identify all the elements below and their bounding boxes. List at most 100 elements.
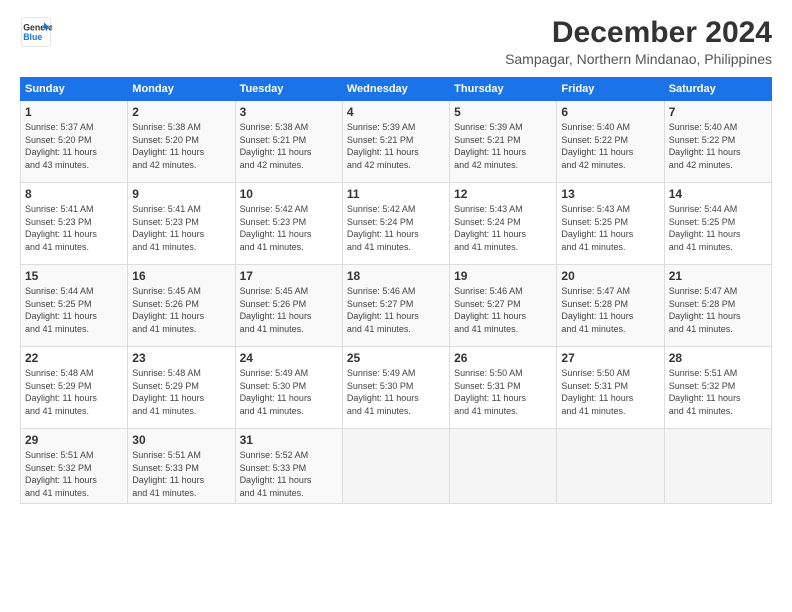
day-number: 9: [132, 187, 230, 201]
day-number: 1: [25, 105, 123, 119]
day-number: 28: [669, 351, 767, 365]
day-number: 4: [347, 105, 445, 119]
day-info: Sunrise: 5:40 AM Sunset: 5:22 PM Dayligh…: [669, 121, 767, 171]
table-row: [557, 429, 664, 504]
table-row: 8 Sunrise: 5:41 AM Sunset: 5:23 PM Daylig…: [21, 183, 128, 265]
table-row: 25 Sunrise: 5:49 AM Sunset: 5:30 PM Dayli…: [342, 347, 449, 429]
day-info: Sunrise: 5:47 AM Sunset: 5:28 PM Dayligh…: [561, 285, 659, 335]
day-number: 7: [669, 105, 767, 119]
day-number: 22: [25, 351, 123, 365]
header: General Blue General Blue December 2024 …: [20, 16, 772, 67]
day-info: Sunrise: 5:46 AM Sunset: 5:27 PM Dayligh…: [347, 285, 445, 335]
day-number: 10: [240, 187, 338, 201]
table-row: 31 Sunrise: 5:52 AM Sunset: 5:33 PM Dayli…: [235, 429, 342, 504]
col-monday: Monday: [128, 78, 235, 101]
day-info: Sunrise: 5:42 AM Sunset: 5:24 PM Dayligh…: [347, 203, 445, 253]
day-number: 14: [669, 187, 767, 201]
day-info: Sunrise: 5:51 AM Sunset: 5:32 PM Dayligh…: [25, 449, 123, 499]
table-row: 1 Sunrise: 5:37 AM Sunset: 5:20 PM Daylig…: [21, 101, 128, 183]
day-number: 27: [561, 351, 659, 365]
table-row: 16Sunrise: 5:45 AM Sunset: 5:26 PM Dayli…: [128, 265, 235, 347]
table-row: [450, 429, 557, 504]
day-info: Sunrise: 5:50 AM Sunset: 5:31 PM Dayligh…: [454, 367, 552, 417]
col-wednesday: Wednesday: [342, 78, 449, 101]
table-row: 26 Sunrise: 5:50 AM Sunset: 5:31 PM Dayli…: [450, 347, 557, 429]
day-number: 18: [347, 269, 445, 283]
day-number: 8: [25, 187, 123, 201]
day-info: Sunrise: 5:44 AM Sunset: 5:25 PM Dayligh…: [669, 203, 767, 253]
day-number: 21: [669, 269, 767, 283]
table-row: 19 Sunrise: 5:46 AM Sunset: 5:27 PM Dayli…: [450, 265, 557, 347]
day-number: 17: [240, 269, 338, 283]
day-number: 20: [561, 269, 659, 283]
table-row: [664, 429, 771, 504]
table-row: 3 Sunrise: 5:38 AM Sunset: 5:21 PM Daylig…: [235, 101, 342, 183]
day-number: 24: [240, 351, 338, 365]
table-row: 28Sunrise: 5:51 AM Sunset: 5:32 PM Dayli…: [664, 347, 771, 429]
month-title: December 2024: [505, 16, 772, 49]
table-row: 27Sunrise: 5:50 AM Sunset: 5:31 PM Dayli…: [557, 347, 664, 429]
day-number: 25: [347, 351, 445, 365]
day-info: Sunrise: 5:37 AM Sunset: 5:20 PM Dayligh…: [25, 121, 123, 171]
day-info: Sunrise: 5:52 AM Sunset: 5:33 PM Dayligh…: [240, 449, 338, 499]
logo: General Blue General Blue: [20, 16, 52, 48]
day-info: Sunrise: 5:44 AM Sunset: 5:25 PM Dayligh…: [25, 285, 123, 335]
day-info: Sunrise: 5:46 AM Sunset: 5:27 PM Dayligh…: [454, 285, 552, 335]
day-info: Sunrise: 5:41 AM Sunset: 5:23 PM Dayligh…: [132, 203, 230, 253]
svg-text:Blue: Blue: [23, 32, 42, 42]
day-number: 6: [561, 105, 659, 119]
table-row: 4Sunrise: 5:39 AM Sunset: 5:21 PM Daylig…: [342, 101, 449, 183]
calendar-header: Sunday Monday Tuesday Wednesday Thursday…: [21, 78, 772, 101]
day-info: Sunrise: 5:49 AM Sunset: 5:30 PM Dayligh…: [240, 367, 338, 417]
col-friday: Friday: [557, 78, 664, 101]
day-info: Sunrise: 5:48 AM Sunset: 5:29 PM Dayligh…: [25, 367, 123, 417]
day-info: Sunrise: 5:40 AM Sunset: 5:22 PM Dayligh…: [561, 121, 659, 171]
table-row: 18 Sunrise: 5:46 AM Sunset: 5:27 PM Dayli…: [342, 265, 449, 347]
day-info: Sunrise: 5:41 AM Sunset: 5:23 PM Dayligh…: [25, 203, 123, 253]
day-number: 23: [132, 351, 230, 365]
day-info: Sunrise: 5:49 AM Sunset: 5:30 PM Dayligh…: [347, 367, 445, 417]
table-row: 17 Sunrise: 5:45 AM Sunset: 5:26 PM Dayli…: [235, 265, 342, 347]
day-number: 31: [240, 433, 338, 447]
day-number: 19: [454, 269, 552, 283]
day-number: 3: [240, 105, 338, 119]
table-row: 20 Sunrise: 5:47 AM Sunset: 5:28 PM Dayli…: [557, 265, 664, 347]
day-number: 13: [561, 187, 659, 201]
title-block: December 2024 Sampagar, Northern Mindana…: [505, 16, 772, 67]
table-row: 12 Sunrise: 5:43 AM Sunset: 5:24 PM Dayli…: [450, 183, 557, 265]
table-row: 24 Sunrise: 5:49 AM Sunset: 5:30 PM Dayli…: [235, 347, 342, 429]
day-info: Sunrise: 5:45 AM Sunset: 5:26 PM Dayligh…: [240, 285, 338, 335]
table-row: 15Sunrise: 5:44 AM Sunset: 5:25 PM Dayli…: [21, 265, 128, 347]
day-info: Sunrise: 5:47 AM Sunset: 5:28 PM Dayligh…: [669, 285, 767, 335]
table-row: 9 Sunrise: 5:41 AM Sunset: 5:23 PM Daylig…: [128, 183, 235, 265]
day-info: Sunrise: 5:39 AM Sunset: 5:21 PM Dayligh…: [454, 121, 552, 171]
day-info: Sunrise: 5:48 AM Sunset: 5:29 PM Dayligh…: [132, 367, 230, 417]
table-row: 13 Sunrise: 5:43 AM Sunset: 5:25 PM Dayli…: [557, 183, 664, 265]
page: General Blue General Blue December 2024 …: [0, 0, 792, 612]
day-number: 5: [454, 105, 552, 119]
table-row: 5 Sunrise: 5:39 AM Sunset: 5:21 PM Daylig…: [450, 101, 557, 183]
table-row: 30Sunrise: 5:51 AM Sunset: 5:33 PM Dayli…: [128, 429, 235, 504]
table-row: 29 Sunrise: 5:51 AM Sunset: 5:32 PM Dayli…: [21, 429, 128, 504]
day-number: 12: [454, 187, 552, 201]
day-number: 11: [347, 187, 445, 201]
table-row: 14 Sunrise: 5:44 AM Sunset: 5:25 PM Dayli…: [664, 183, 771, 265]
location: Sampagar, Northern Mindanao, Philippines: [505, 51, 772, 67]
day-number: 2: [132, 105, 230, 119]
day-info: Sunrise: 5:43 AM Sunset: 5:24 PM Dayligh…: [454, 203, 552, 253]
day-info: Sunrise: 5:43 AM Sunset: 5:25 PM Dayligh…: [561, 203, 659, 253]
table-row: [342, 429, 449, 504]
table-row: 7 Sunrise: 5:40 AM Sunset: 5:22 PM Daylig…: [664, 101, 771, 183]
table-row: 6 Sunrise: 5:40 AM Sunset: 5:22 PM Daylig…: [557, 101, 664, 183]
table-row: 23 Sunrise: 5:48 AM Sunset: 5:29 PM Dayli…: [128, 347, 235, 429]
calendar-body: 1 Sunrise: 5:37 AM Sunset: 5:20 PM Daylig…: [21, 101, 772, 504]
day-number: 26: [454, 351, 552, 365]
day-info: Sunrise: 5:51 AM Sunset: 5:33 PM Dayligh…: [132, 449, 230, 499]
day-info: Sunrise: 5:45 AM Sunset: 5:26 PM Dayligh…: [132, 285, 230, 335]
day-info: Sunrise: 5:38 AM Sunset: 5:21 PM Dayligh…: [240, 121, 338, 171]
table-row: 2Sunrise: 5:38 AM Sunset: 5:20 PM Daylig…: [128, 101, 235, 183]
day-number: 29: [25, 433, 123, 447]
table-row: 21 Sunrise: 5:47 AM Sunset: 5:28 PM Dayli…: [664, 265, 771, 347]
col-sunday: Sunday: [21, 78, 128, 101]
table-row: 22 Sunrise: 5:48 AM Sunset: 5:29 PM Dayli…: [21, 347, 128, 429]
